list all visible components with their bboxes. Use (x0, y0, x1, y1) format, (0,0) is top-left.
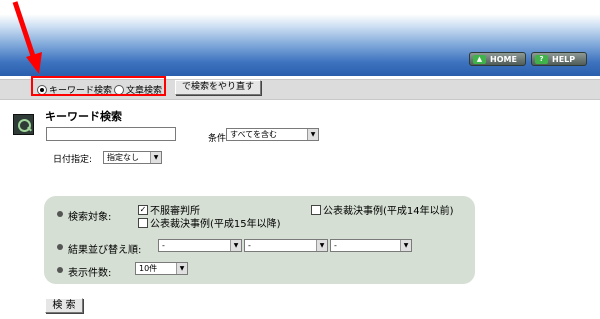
sort-value-2: - (248, 241, 251, 250)
sort-select-1[interactable]: - ▼ (158, 239, 242, 252)
help-button[interactable]: ? HELP (531, 52, 587, 66)
search-magnifier-icon (13, 114, 34, 135)
condition-value: すべてを含む (230, 130, 277, 139)
target-checkbox-pre-h14[interactable]: 公表裁決事例(平成14年以前) (311, 202, 454, 217)
chevron-down-icon: ▼ (150, 152, 161, 163)
sort-value-1: - (162, 241, 165, 250)
date-value: 指定なし (107, 153, 139, 162)
target-3-label: 公表裁決事例(平成15年以降) (150, 219, 281, 230)
sort-select-2[interactable]: - ▼ (244, 239, 328, 252)
page-title: キーワード検索 (45, 110, 122, 123)
red-arrow-annotation (12, 1, 42, 74)
chevron-down-icon: ▼ (400, 240, 411, 251)
sort-label: 結果並び替え順: (68, 245, 142, 256)
condition-select[interactable]: すべてを含む ▼ (226, 128, 319, 141)
count-label: 表示件数: (68, 268, 112, 279)
chevron-down-icon: ▼ (176, 263, 187, 274)
sort-select-3[interactable]: - ▼ (330, 239, 412, 252)
search-button[interactable]: 検 索 (45, 298, 83, 313)
checkbox-unchecked-icon (311, 204, 321, 215)
home-button[interactable]: ▲ HOME (469, 52, 526, 66)
chevron-down-icon: ▼ (307, 129, 318, 140)
bullet-icon (57, 244, 63, 250)
checkbox-unchecked-icon (138, 217, 148, 228)
bullet-icon (57, 267, 63, 273)
chevron-down-icon: ▼ (316, 240, 327, 251)
target-label: 検索対象: (68, 212, 112, 223)
target-2-label: 公表裁決事例(平成14年以前) (323, 206, 454, 217)
date-select[interactable]: 指定なし ▼ (103, 151, 162, 164)
question-icon: ? (535, 54, 548, 64)
home-button-label: HOME (490, 54, 517, 64)
bullet-icon (57, 211, 63, 217)
count-value: 10件 (139, 264, 158, 273)
home-arrow-icon: ▲ (473, 54, 486, 64)
redo-search-button[interactable]: で検索をやり直す (175, 80, 261, 95)
help-button-label: HELP (552, 54, 576, 64)
date-label: 日付指定: (53, 155, 93, 165)
target-checkbox-post-h15[interactable]: 公表裁決事例(平成15年以降) (138, 215, 281, 230)
checkbox-checked-icon: ✓ (138, 204, 148, 215)
keyword-input[interactable] (46, 127, 176, 141)
chevron-down-icon: ▼ (230, 240, 241, 251)
count-select[interactable]: 10件 ▼ (135, 262, 188, 275)
sort-value-3: - (334, 241, 337, 250)
